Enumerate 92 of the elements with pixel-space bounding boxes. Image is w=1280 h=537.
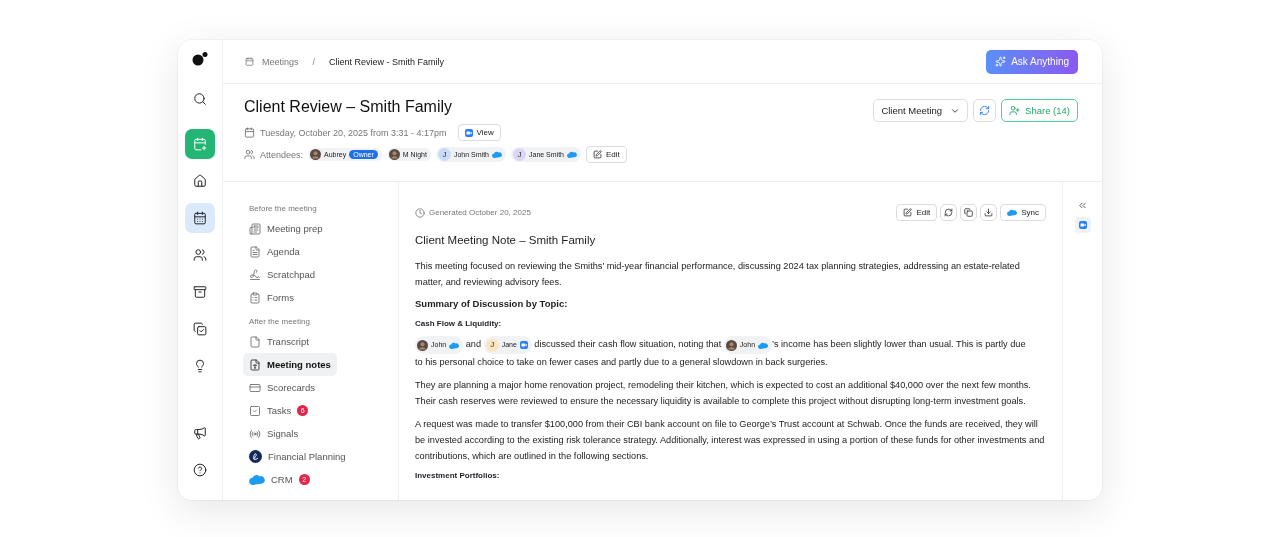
document-icon [249,358,261,371]
clock-icon [415,207,425,218]
checkbox-icon [249,404,261,417]
nav-item[interactable]: Meeting prep [243,217,329,240]
home-icon [193,174,207,188]
avatar-initial: J [513,148,526,161]
breadcrumb-separator: / [312,56,316,67]
nav-item[interactable]: Forms [243,286,300,309]
refresh-button[interactable] [940,204,958,221]
copy-button[interactable] [960,204,978,221]
nav-item[interactable]: Meeting notes [243,353,337,376]
edit-button[interactable]: Edit [586,146,627,163]
calendar-icon [244,127,255,138]
cloud-icon [567,151,578,158]
note-subheading: Cash Flow & Liquidity: [415,319,503,328]
lightbulb-icon [193,359,207,373]
edit-icon [903,208,913,217]
meeting-title: Client Review – Smith Family [244,98,454,116]
cloud-icon [1007,209,1018,216]
document-icon [249,335,261,348]
megaphone-icon [193,426,207,440]
note-text: ’s income has been slightly lower than usual. This is partly due [772,339,1026,350]
new-meeting-button[interactable] [185,129,215,159]
edit-button[interactable]: Edit [896,204,938,221]
avatar-initial: J [485,338,499,352]
video-icon [464,128,473,137]
meeting-date: Tuesday, October 20, 2025 from 3:31 - 4:17pm [260,127,447,138]
edit-icon [593,150,603,159]
nav-item[interactable]: Scratchpad [243,263,322,286]
search-icon [193,92,207,106]
ask-anything-button[interactable]: Ask Anything [986,49,1078,74]
document-icon [249,245,261,258]
refresh-icon [944,208,954,217]
logo-icon [192,52,208,66]
avatar-icon [417,339,428,351]
signature-icon [249,268,261,281]
cloud-icon [758,341,769,349]
nav-item[interactable]: Financial Planning [243,445,352,468]
checklist-icon [193,322,207,336]
view-button[interactable]: View [457,124,501,141]
generated-date: Generated October 20, 2025 [429,208,531,217]
nav-item[interactable]: Agenda [243,240,306,263]
copy-icon [964,208,974,217]
nav-item[interactable]: Scorecards [243,376,322,399]
avatar-icon [310,149,322,160]
collapse-icon[interactable] [1077,200,1088,211]
attendees-label: Attendees: [260,149,304,160]
sparkles-icon [995,56,1007,67]
nav-item[interactable]: Signals [243,422,305,445]
people-icon [193,248,207,262]
download-button[interactable] [980,204,998,221]
people-icon [244,149,255,160]
card-icon [249,381,261,394]
rail-button[interactable] [185,203,215,233]
meeting-type-select[interactable]: Client Meeting [873,99,969,122]
cloud-icon [249,474,265,485]
newspaper-icon [249,222,261,235]
planning-icon [249,450,262,463]
help-icon [193,463,207,477]
refresh-button[interactable] [973,99,997,122]
note-paragraph: They are planning a major home renovation project, remodeling their kitchen, which is expected to cost an additional $40,000 over the next few months. Their cash reserves were reviewed to ensure the necessary liquidity is available to complete this project without disrupting long-term investment goals. [415,379,1032,408]
note-subheading: Investment Portfolios: [415,471,501,480]
note-title: Client Meeting Note – Smith Family [415,234,597,246]
breadcrumb-current: Client Review - Smith Family [329,56,445,67]
nav-item[interactable]: Transcript [243,330,315,353]
nav-section-title: After the meeting [249,317,311,326]
download-icon [984,208,994,217]
note-heading: Summary of Discussion by Topic: [415,298,569,309]
calendar-icon [245,57,254,66]
calendar-icon [193,211,207,225]
tray-icon [193,285,207,299]
video-icon [519,341,528,349]
signal-icon [249,427,261,440]
video-button[interactable] [1074,217,1091,233]
note-paragraph: A request was made to transfer $100,000 from their CBI bank account on file to George’s Trust account at Schwab. Once the funds are received, they will be invested according to the existing risk tolerance strategy. Additionally, interest was expressed in using a portion of these funds for other investments and contributions, which are outlined in the following sections. [415,418,1046,463]
clipboard-icon [249,291,261,304]
cloud-icon [449,341,460,349]
avatar-icon [388,149,400,160]
nav-section-title: Before the meeting [249,204,318,213]
sync-button[interactable]: Sync [1000,204,1046,221]
cloud-icon [492,151,502,158]
video-icon [1078,221,1087,229]
note-text: and [464,339,483,350]
note-paragraph: This meeting focused on reviewing the Smiths’ mid-year financial performance, discussing 2024 tax planning strategies, addressing an estate-related matter, and reviewing advisory fees. [415,260,1021,289]
refresh-icon [979,105,991,116]
note-text: discussed their cash flow situation, noting that [533,339,723,350]
note-text: to his personal choice to take on fewer cases and partly due to a general slowdown in back surgeries. [415,356,828,369]
user-plus-icon [1009,105,1021,116]
breadcrumb-link[interactable]: Meetings [262,56,299,67]
avatar-initial: J [437,148,451,161]
avatar-icon [725,339,737,351]
calendar-plus-icon [193,137,207,151]
